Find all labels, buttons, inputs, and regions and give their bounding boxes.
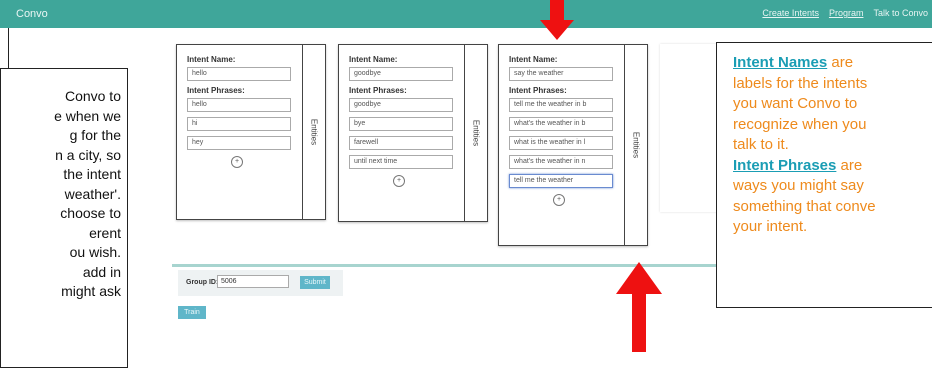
entities-label: Entities [471, 119, 481, 147]
annotation-line: you want Convo to [733, 95, 858, 112]
intent-card-hello: Intent Name: hello Intent Phrases: hello… [176, 44, 326, 220]
top-nav-bar: Convo Create Intents Program Talk to Con… [0, 0, 932, 28]
entities-tab[interactable]: Entities [624, 45, 647, 245]
group-id-input[interactable]: 5006 [217, 275, 289, 288]
annotation-line: choose to [60, 205, 121, 221]
left-annotation-box: Convo to e when we g for the n a city, s… [0, 68, 128, 368]
add-phrase-icon[interactable]: + [393, 175, 405, 187]
intent-name-input[interactable]: goodbye [349, 67, 453, 81]
intent-phrases-label: Intent Phrases: [509, 86, 567, 95]
intent-phrases-term: Intent Phrases [733, 156, 837, 174]
entities-label: Entities [631, 131, 641, 159]
submit-button[interactable]: Submit [300, 276, 330, 289]
intent-name-label: Intent Name: [187, 55, 236, 64]
annotation-line: recognize when you [733, 115, 867, 133]
intent-phrase-input[interactable]: what's the weather in n [509, 155, 613, 169]
intent-card-say-the-weather: Intent Name: say the weather Intent Phra… [498, 44, 648, 246]
annotation-line: ways you might say [733, 177, 864, 194]
intent-phrase-input[interactable]: until next time [349, 155, 453, 169]
entities-tab[interactable]: Entities [464, 45, 487, 221]
annotation-line: ou wish. [69, 244, 121, 260]
annotation-line: weather'. [64, 185, 121, 202]
add-phrase-icon[interactable]: + [553, 194, 565, 206]
intent-names-term: Intent Names [733, 54, 828, 71]
annotation-line: e when we [54, 107, 121, 124]
intent-phrase-input[interactable]: hello [187, 98, 291, 112]
intent-phrase-input[interactable]: hey [187, 136, 291, 150]
group-id-label: Group ID: [186, 279, 219, 286]
intent-phrases-label: Intent Phrases: [349, 86, 407, 95]
right-annotation-box: Intent Names are labels for the intents … [716, 42, 932, 308]
annotation-line: something that conve [733, 197, 876, 215]
intent-phrase-input[interactable]: farewell [349, 136, 453, 150]
brand-logo[interactable]: Convo [16, 8, 48, 20]
intent-name-label: Intent Name: [509, 55, 558, 64]
intent-name-input[interactable]: hello [187, 67, 291, 81]
intent-card-goodbye: Intent Name: goodbye Intent Phrases: goo… [338, 44, 488, 222]
intent-name-input[interactable]: say the weather [509, 67, 613, 81]
intent-phrase-input[interactable]: bye [349, 117, 453, 131]
annotation-line: might ask [61, 283, 121, 299]
annotation-line: erent [89, 224, 121, 241]
annotation-line: g for the [69, 127, 121, 143]
intent-name-label: Intent Name: [349, 55, 398, 64]
annotation-line: Intent Names are [733, 53, 932, 74]
annotation-line: Convo to [64, 88, 121, 104]
annotation-line: the intent [63, 166, 121, 182]
nav-links: Create Intents Program Talk to Convo [762, 8, 928, 18]
entities-tab[interactable]: Entities [302, 45, 325, 219]
annotation-line: n a city, so [55, 146, 121, 163]
nav-talk-to-convo[interactable]: Talk to Convo [873, 8, 928, 18]
intent-phrases-label: Intent Phrases: [187, 86, 245, 95]
arrow-down-icon [540, 0, 574, 40]
intent-phrase-input[interactable]: tell me the weather in b [509, 98, 613, 112]
intent-phrase-input[interactable]: what's the weather in b [509, 117, 613, 131]
annotation-text: are [827, 54, 854, 71]
train-button[interactable]: Train [178, 306, 206, 319]
entities-label: Entities [309, 118, 319, 146]
nav-program[interactable]: Program [829, 8, 864, 18]
annotation-line: labels for the intents [733, 74, 868, 92]
annotation-line: talk to it. [733, 136, 789, 153]
add-phrase-icon[interactable]: + [231, 156, 243, 168]
annotation-line: your intent. [733, 218, 808, 235]
intent-phrase-input[interactable]: hi [187, 117, 291, 131]
nav-create-intents[interactable]: Create Intents [762, 8, 819, 18]
annotation-line: add in [82, 263, 121, 280]
annotation-line: Intent Phrases are [733, 156, 932, 177]
intent-phrase-input[interactable]: what is the weather in l [509, 136, 613, 150]
intent-phrase-input-focused[interactable]: tell me the weather [509, 174, 613, 188]
left-annotation-text: Convo to e when we g for the n a city, s… [0, 87, 121, 302]
intent-phrase-input[interactable]: goodbye [349, 98, 453, 112]
arrow-up-icon [616, 262, 662, 352]
annotation-text: are [836, 156, 863, 174]
